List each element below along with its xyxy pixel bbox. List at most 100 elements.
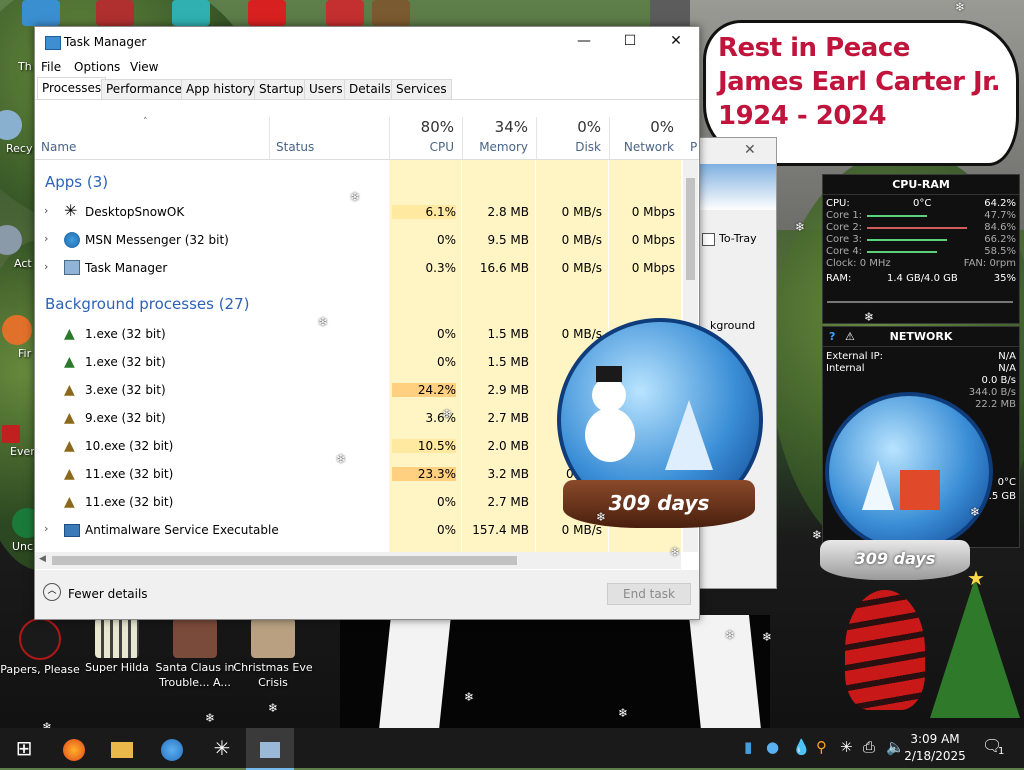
tray-drop-icon[interactable]: 💧 <box>792 738 811 756</box>
help-icon[interactable]: ? <box>829 330 835 343</box>
desktop-icon-top[interactable] <box>372 0 410 26</box>
cpu-ram-gadget[interactable]: CPU-RAM CPU: 0°C 64.2% Core 1: 47.7% Core… <box>822 174 1020 324</box>
desktop-icon-edge[interactable]: Unc <box>0 508 34 553</box>
column-cpu[interactable]: 80% CPU <box>389 117 462 159</box>
desktop-icon-christmas-eve-crisis[interactable]: Christmas Eve Crisis <box>233 618 313 690</box>
tray-app-icon[interactable]: ▮ <box>744 738 752 756</box>
tray-msn-icon[interactable]: ● <box>766 738 779 756</box>
fewer-details-link[interactable]: Fewer details <box>68 587 148 601</box>
column-disk[interactable]: 0% Disk <box>536 117 609 159</box>
to-tray-checkbox[interactable] <box>702 233 715 246</box>
memory-value: 157.4 MB <box>472 523 529 537</box>
ram-pct: 35% <box>993 273 1016 284</box>
scroll-left-icon[interactable]: ◀ <box>39 554 46 564</box>
tab-users[interactable]: Users <box>304 79 348 99</box>
table-row[interactable]: › Task Manager 0.3% 16.6 MB 0 MB/s 0 Mbp… <box>35 254 681 282</box>
tab-services[interactable]: Services <box>391 79 452 99</box>
cpu-pct: 64.2% <box>984 198 1016 209</box>
globe-days-label: 309 days <box>854 549 936 568</box>
start-button[interactable]: ⊞ <box>0 728 48 768</box>
cpu-value: 0% <box>436 495 456 509</box>
tab-app-history[interactable]: App history <box>181 79 260 99</box>
memory-value: 2.7 MB <box>487 411 529 425</box>
snowflake-icon: ❄ <box>618 706 629 720</box>
net-temp: 0°C <box>997 477 1016 488</box>
core-label: Core 4: <box>826 246 863 257</box>
msn-messenger-icon[interactable] <box>148 728 196 768</box>
snowflake-icon: ❄ <box>268 701 279 715</box>
expand-chevron-icon[interactable]: › <box>44 232 48 245</box>
tab-details[interactable]: Details <box>344 79 396 99</box>
ram-label: RAM: <box>826 273 852 284</box>
cpu-value: 0% <box>436 355 456 369</box>
chevron-up-icon[interactable]: ︿ <box>43 583 61 601</box>
column-power[interactable]: P <box>690 140 697 154</box>
tab-bar: Processes Performance App history Startu… <box>35 77 699 100</box>
tray-search-icon[interactable]: ⚲ <box>816 738 827 756</box>
tray-network-icon[interactable]: ⎙ <box>863 738 875 756</box>
maximize-button[interactable]: ☐ <box>607 27 653 57</box>
end-task-button[interactable]: End task <box>607 583 691 605</box>
desktop-icon-super-hilda[interactable]: Super Hilda <box>77 618 157 675</box>
snowflake-icon[interactable]: ✳ <box>198 728 246 768</box>
desktop-icon-edge[interactable]: Fir <box>0 315 34 360</box>
close-button[interactable]: ✕ <box>653 27 699 57</box>
desktop-icon-label: Th <box>18 60 32 73</box>
scroll-thumb[interactable] <box>686 178 695 280</box>
rate-value: 344.0 B/s <box>968 387 1016 398</box>
column-name[interactable]: Name <box>41 140 76 154</box>
desktop-icon-top[interactable] <box>96 0 134 26</box>
globe-days-label: 309 days <box>608 491 710 515</box>
desktop-icon-top[interactable] <box>172 0 210 26</box>
tab-processes[interactable]: Processes <box>37 77 107 99</box>
memory-value: 2.8 MB <box>487 205 529 219</box>
table-row[interactable]: › MSN Messenger (32 bit) 0% 9.5 MB 0 MB/… <box>35 226 681 254</box>
clock[interactable]: 3:09 AM 2/18/2025 <box>903 731 967 765</box>
column-status[interactable]: Status <box>276 140 314 154</box>
column-memory[interactable]: 34% Memory <box>462 117 536 159</box>
expand-chevron-icon[interactable]: › <box>44 204 48 217</box>
to-tray-label: To-Tray <box>719 232 757 245</box>
scroll-thumb[interactable] <box>52 556 517 565</box>
tray-volume-icon[interactable]: 🔈 <box>886 738 905 756</box>
tab-startup[interactable]: Startup <box>254 79 309 99</box>
desktop-icon-edge[interactable]: Act <box>0 225 34 270</box>
desktop-icon-edge[interactable]: Th <box>0 44 34 76</box>
close-icon[interactable]: ✕ <box>744 142 756 158</box>
firefox-icon[interactable] <box>50 728 98 768</box>
expand-chevron-icon[interactable]: › <box>44 260 48 273</box>
memory-total: 34% <box>494 118 528 136</box>
menu-options[interactable]: Options <box>74 60 120 74</box>
desktop-icon-papers-please[interactable]: Papers, Please <box>0 618 80 677</box>
tab-performance[interactable]: Performance <box>101 79 188 99</box>
snowflake-icon: ❄ <box>670 545 681 559</box>
rate-value: 22.2 MB <box>975 399 1016 410</box>
menu-file[interactable]: File <box>41 60 61 74</box>
desktop-icon-top[interactable] <box>248 0 286 26</box>
horizontal-scrollbar[interactable]: ◀ <box>35 552 681 569</box>
disk-value: 0 MB/s <box>561 205 602 219</box>
task-manager-window[interactable]: Task Manager — ☐ ✕ File Options View Pro… <box>34 26 700 620</box>
spiral-tree-icon <box>845 590 925 710</box>
desktop-icon-santa-claus[interactable]: Santa Claus in Trouble... A... <box>155 618 235 690</box>
desktop-icon-top[interactable] <box>326 0 364 26</box>
process-name: 3.exe (32 bit) <box>85 383 166 397</box>
snowflake-icon: ❄ <box>596 510 607 524</box>
snowflake-icon: ❄ <box>762 630 773 644</box>
expand-chevron-icon[interactable]: › <box>44 522 48 535</box>
task-manager-icon[interactable] <box>246 728 294 770</box>
tray-snowflake-icon[interactable]: ✳ <box>840 738 853 756</box>
memory-label: Memory <box>479 140 528 154</box>
core-bar <box>867 239 947 241</box>
minimize-button[interactable]: — <box>561 27 607 57</box>
desktop-icon-edge[interactable]: Ever <box>0 425 34 458</box>
desktop-icon-edge[interactable]: Recy <box>0 110 34 155</box>
file-explorer-icon[interactable] <box>98 728 146 768</box>
menu-view[interactable]: View <box>130 60 158 74</box>
table-row[interactable]: ▲ 1.exe (32 bit) 0% 1.5 MB 0 MB/s <box>35 320 681 348</box>
task-manager-icon <box>64 260 80 275</box>
title-bar[interactable]: Task Manager — ☐ ✕ <box>35 27 699 57</box>
desktop-icon-top[interactable] <box>22 0 60 26</box>
snowman-hat-icon <box>596 366 622 382</box>
column-network[interactable]: 0% Network <box>609 117 682 159</box>
